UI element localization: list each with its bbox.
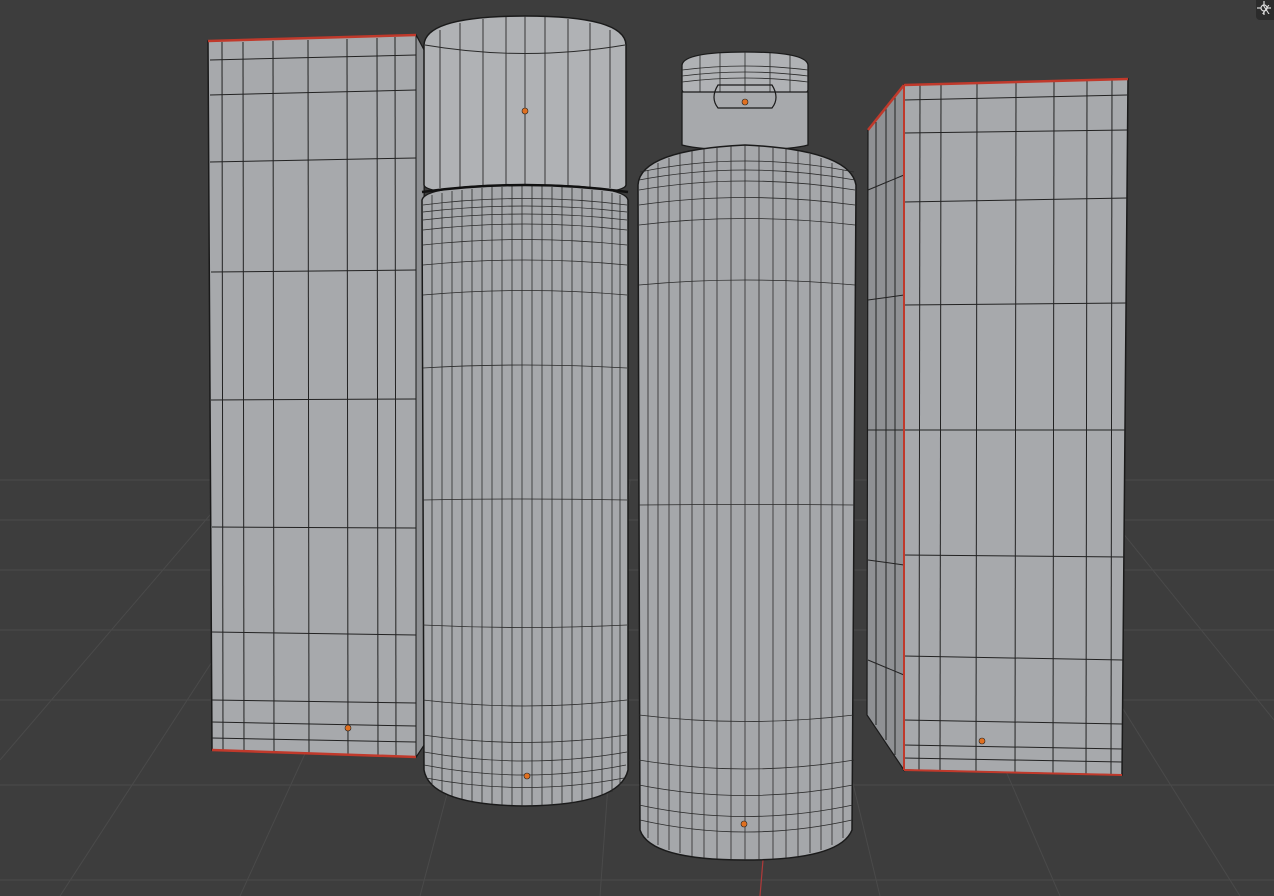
box-left[interactable]	[207, 33, 425, 759]
gizmo-icon	[1256, 1, 1271, 15]
cylinder-with-cap[interactable]	[421, 15, 629, 807]
box-right[interactable]	[866, 77, 1129, 776]
3d-viewport[interactable]: X	[0, 0, 1274, 896]
bottle[interactable]	[637, 51, 857, 861]
gizmo-toggle-button[interactable]: X	[1255, 0, 1274, 20]
